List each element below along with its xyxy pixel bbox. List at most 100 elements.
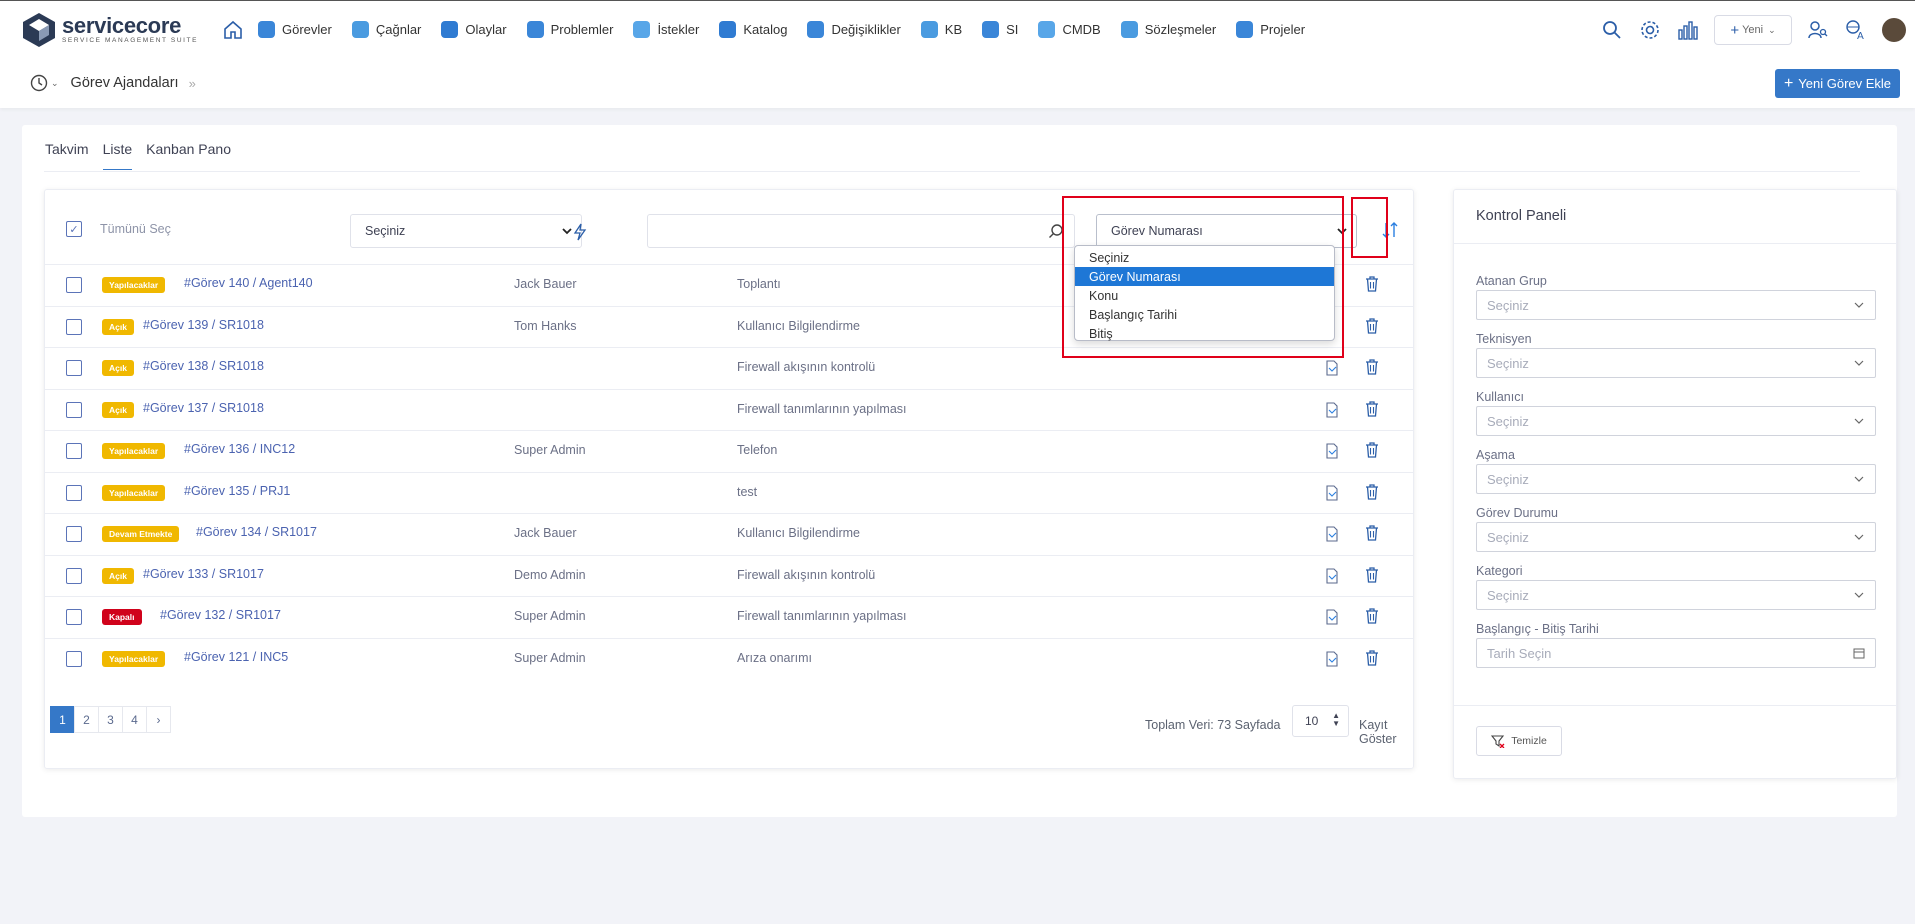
trash-icon[interactable] [1365, 483, 1379, 500]
task-subject: test [737, 484, 758, 499]
settings-gear-icon[interactable] [1638, 18, 1662, 42]
task-link[interactable]: #Görev 132 / SR1017 [160, 608, 281, 622]
filter-select[interactable]: Seçiniz [1476, 406, 1876, 436]
search-icon[interactable] [1600, 18, 1624, 42]
table-row[interactable]: Açık #Görev 137 / SR1018 Firewall tanımlar… [45, 388, 1413, 431]
nav-item-3[interactable]: Problemler [526, 21, 613, 38]
task-detail-icon[interactable] [1325, 526, 1339, 542]
clear-filters-button[interactable]: Temizle [1476, 726, 1562, 756]
task-detail-icon[interactable] [1325, 650, 1339, 667]
trash-icon[interactable] [1365, 442, 1379, 458]
nav-item-label: Görevler [282, 22, 332, 37]
trash-icon[interactable] [1365, 400, 1379, 417]
brand-logo[interactable]: servicecore SERVICE MANAGEMENT SUITE [20, 12, 200, 48]
user-search-icon[interactable] [1806, 18, 1830, 42]
task-link[interactable]: #Görev 136 / INC12 [184, 442, 295, 456]
plus-icon: + [1783, 74, 1794, 92]
nav-item-7[interactable]: KB [920, 21, 962, 38]
status-badge: Açık [102, 360, 134, 376]
filter-select[interactable]: Seçiniz [1476, 290, 1876, 320]
nav-item-4[interactable]: İstekler [633, 21, 699, 38]
reports-chart-icon[interactable] [1676, 18, 1700, 42]
table-row[interactable]: Açık #Görev 133 / SR1017 Demo Admin Firewal… [45, 554, 1413, 597]
home-icon[interactable] [222, 19, 244, 41]
page-size-select[interactable]: 10 ▲ ▼ [1292, 705, 1349, 737]
select-all-checkbox[interactable]: ✓ [66, 221, 82, 237]
task-link[interactable]: #Görev 121 / INC5 [184, 650, 288, 664]
task-link[interactable]: #Görev 139 / SR1018 [143, 318, 264, 332]
row-checkbox[interactable] [66, 401, 82, 418]
language-translate-icon[interactable]: A [1844, 18, 1868, 42]
brand-name: servicecore [62, 13, 182, 38]
table-row[interactable]: Yapılacaklar #Görev 135 / PRJ1 test [45, 471, 1413, 514]
nav-item-0[interactable]: Görevler [258, 21, 332, 38]
nav-item-label: Çağnlar [375, 22, 422, 37]
row-checkbox[interactable] [66, 277, 82, 293]
task-detail-icon[interactable] [1325, 401, 1339, 418]
filter-select[interactable]: Seçiniz [350, 214, 582, 248]
table-row[interactable]: Kapalı #Görev 132 / SR1017 Super Admin Fire… [45, 596, 1413, 638]
row-checkbox[interactable] [66, 650, 82, 667]
trash-icon[interactable] [1365, 359, 1379, 375]
nav-item-icon [1236, 21, 1254, 38]
task-link[interactable]: #Görev 137 / SR1018 [143, 401, 264, 415]
lightning-icon[interactable] [573, 223, 587, 241]
task-link[interactable]: #Görev 133 / SR1017 [143, 567, 264, 581]
search-input[interactable] [647, 214, 1075, 248]
nav-item-1[interactable]: Çağnlar [351, 21, 422, 38]
nav-item-5[interactable]: Katalog [719, 21, 787, 38]
row-checkbox[interactable] [66, 360, 82, 376]
row-checkbox[interactable] [66, 484, 82, 501]
task-detail-icon[interactable] [1325, 360, 1339, 376]
task-link[interactable]: #Görev 138 / SR1018 [143, 359, 264, 373]
tab-kanban-pano[interactable]: Kanban Pano [146, 141, 231, 170]
filter-select[interactable]: Seçiniz [1476, 522, 1876, 552]
filter-select[interactable]: Seçiniz [1476, 580, 1876, 610]
table-row[interactable]: Devam Etmekte #Görev 134 / SR1017 Jack Bau… [45, 513, 1413, 555]
next-page-button[interactable]: › [146, 706, 171, 733]
trash-icon[interactable] [1365, 276, 1379, 292]
trash-icon[interactable] [1365, 608, 1379, 624]
history-dropdown[interactable]: ⌄ [30, 74, 59, 92]
user-avatar[interactable] [1882, 18, 1906, 42]
row-checkbox[interactable] [66, 443, 82, 459]
task-detail-icon[interactable] [1325, 484, 1339, 501]
nav-item-9[interactable]: CMDB [1038, 21, 1101, 38]
table-row[interactable]: Yapılacaklar #Görev 136 / INC12 Super Admi… [45, 430, 1413, 472]
task-link[interactable]: #Görev 140 / Agent140 [184, 276, 313, 290]
filter-select[interactable]: Tarih Seçin [1476, 638, 1876, 668]
nav-item-icon [920, 21, 938, 38]
status-badge: Yapılacaklar [102, 650, 166, 667]
row-checkbox[interactable] [66, 318, 82, 335]
nav-item-2[interactable]: Olaylar [441, 21, 507, 38]
task-link[interactable]: #Görev 135 / PRJ1 [184, 484, 290, 498]
nav-item-11[interactable]: Projeler [1236, 21, 1305, 38]
task-detail-icon[interactable] [1325, 567, 1339, 584]
select-all-control[interactable]: ✓ Tümünü Seç [66, 221, 171, 237]
row-checkbox[interactable] [66, 526, 82, 542]
row-checkbox[interactable] [66, 567, 82, 584]
tab-takvim[interactable]: Takvim [45, 141, 89, 170]
trash-icon[interactable] [1365, 317, 1379, 334]
trash-icon[interactable] [1365, 649, 1379, 666]
nav-item-label: CMDB [1062, 22, 1101, 37]
table-row[interactable]: Yapılacaklar #Görev 121 / INC5 Super Admin… [45, 637, 1413, 680]
add-new-task-button[interactable]: + Yeni Görev Ekle [1775, 69, 1900, 98]
nav-item-8[interactable]: SI [982, 21, 1018, 38]
filter-select[interactable]: Seçiniz [1476, 348, 1876, 378]
row-checkbox[interactable] [66, 609, 82, 625]
task-detail-icon[interactable] [1325, 609, 1339, 625]
nav-item-6[interactable]: Değişiklikler [807, 21, 901, 38]
page-1-button[interactable]: 1 [50, 706, 75, 733]
new-dropdown-button[interactable]: + Yeni ⌄ [1714, 15, 1792, 45]
filter-select[interactable]: Seçiniz [1476, 464, 1876, 494]
task-detail-icon[interactable] [1325, 443, 1339, 459]
page-3-button[interactable]: 3 [98, 706, 123, 733]
trash-icon[interactable] [1365, 525, 1379, 541]
tab-liste[interactable]: Liste [102, 141, 133, 170]
nav-item-10[interactable]: Sözleşmeler [1120, 21, 1216, 38]
page-4-button[interactable]: 4 [122, 706, 147, 733]
page-2-button[interactable]: 2 [74, 706, 99, 733]
task-link[interactable]: #Görev 134 / SR1017 [196, 525, 317, 539]
trash-icon[interactable] [1365, 566, 1379, 583]
